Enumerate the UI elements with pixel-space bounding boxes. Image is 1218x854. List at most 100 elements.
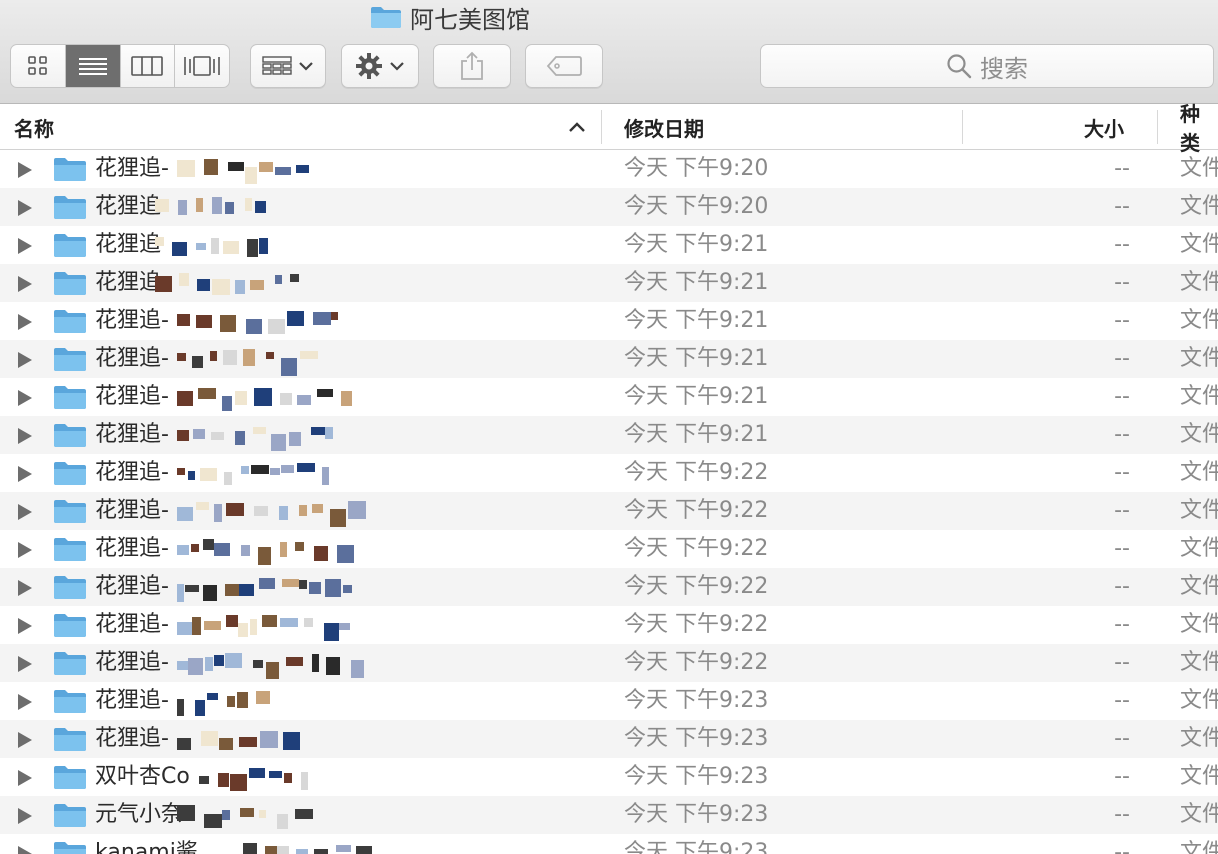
file-row[interactable]: 花狸追 今天 下午9:20 -- 文件	[0, 188, 1218, 226]
folder-icon	[54, 348, 86, 371]
disclosure-triangle-icon[interactable]	[18, 200, 32, 216]
disclosure-triangle-icon[interactable]	[18, 542, 32, 558]
disclosure-triangle-icon[interactable]	[18, 732, 32, 748]
arrange-button[interactable]	[250, 44, 326, 88]
mosaic-block	[179, 273, 189, 286]
folder-icon	[54, 576, 86, 599]
column-size-header[interactable]: 大小	[1084, 104, 1124, 150]
mosaic-block	[251, 465, 269, 474]
disclosure-triangle-icon[interactable]	[18, 352, 32, 368]
file-row[interactable]: 花狸追- 今天 下午9:21 -- 文件	[0, 302, 1218, 340]
file-row[interactable]: 花狸追- 今天 下午9:21 -- 文件	[0, 378, 1218, 416]
file-name: 花狸追-	[95, 308, 169, 333]
column-view-button[interactable]	[121, 45, 176, 87]
disclosure-triangle-icon[interactable]	[18, 504, 32, 520]
mosaic-block	[200, 468, 217, 481]
mosaic-block	[178, 200, 187, 215]
file-row[interactable]: 花狸追- 今天 下午9:20 -- 文件	[0, 150, 1218, 188]
disclosure-triangle-icon[interactable]	[18, 276, 32, 292]
mosaic-block	[230, 774, 247, 791]
mosaic-block	[259, 238, 268, 254]
file-name: 花狸追-	[95, 384, 169, 409]
file-row[interactable]: 花狸追- 今天 下午9:22 -- 文件	[0, 492, 1218, 530]
disclosure-triangle-icon[interactable]	[18, 390, 32, 406]
sort-ascending-icon[interactable]	[568, 121, 586, 133]
mosaic-block	[258, 547, 271, 565]
disclosure-triangle-icon[interactable]	[18, 846, 32, 854]
file-name: 花狸追-	[95, 536, 169, 561]
column-divider[interactable]	[962, 110, 963, 144]
mosaic-block	[225, 584, 239, 596]
file-row[interactable]: 花狸追- 今天 下午9:22 -- 文件	[0, 606, 1218, 644]
file-row[interactable]: 花狸追- 今天 下午9:23 -- 文件	[0, 720, 1218, 758]
file-row[interactable]: 元气小奈 今天 下午9:23 -- 文件	[0, 796, 1218, 834]
mosaic-block	[201, 731, 218, 746]
mosaic-block	[235, 431, 245, 445]
mosaic-block	[266, 662, 279, 679]
file-row[interactable]: 花狸追- 今天 下午9:22 -- 文件	[0, 454, 1218, 492]
mosaic-block	[235, 391, 247, 405]
disclosure-triangle-icon[interactable]	[18, 656, 32, 672]
file-row[interactable]: 花狸追 今天 下午9:21 -- 文件	[0, 264, 1218, 302]
file-kind: 文件	[1180, 460, 1218, 485]
disclosure-triangle-icon[interactable]	[18, 580, 32, 596]
file-row[interactable]: 花狸追 今天 下午9:21 -- 文件	[0, 226, 1218, 264]
file-row[interactable]: kanami酱 今天 下午9:23 -- 文件	[0, 834, 1218, 854]
window-title: 阿七美图馆	[370, 2, 530, 34]
file-row[interactable]: 花狸追- 今天 下午9:22 -- 文件	[0, 568, 1218, 606]
file-kind: 文件	[1180, 194, 1218, 219]
gallery-view-button[interactable]	[175, 45, 229, 87]
folder-icon	[54, 196, 86, 219]
mosaic-block	[271, 434, 286, 451]
file-kind: 文件	[1180, 232, 1218, 257]
file-row[interactable]: 花狸追- 今天 下午9:21 -- 文件	[0, 340, 1218, 378]
mosaic-block	[275, 275, 282, 284]
mosaic-block	[218, 773, 229, 787]
mosaic-block	[296, 165, 309, 173]
file-row[interactable]: 双叶杏Co 今天 下午9:23 -- 文件	[0, 758, 1218, 796]
column-date-header[interactable]: 修改日期	[624, 104, 704, 150]
action-button[interactable]	[341, 44, 419, 88]
disclosure-triangle-icon[interactable]	[18, 770, 32, 786]
disclosure-triangle-icon[interactable]	[18, 162, 32, 178]
mosaic-block	[177, 160, 195, 177]
column-name-label: 名称	[14, 116, 54, 141]
column-kind-header[interactable]: 种类	[1180, 102, 1218, 155]
disclosure-triangle-icon[interactable]	[18, 694, 32, 710]
file-kind: 文件	[1180, 346, 1218, 371]
disclosure-triangle-icon[interactable]	[18, 618, 32, 634]
folder-icon	[54, 804, 86, 827]
mosaic-block	[193, 429, 205, 439]
mosaic-block	[177, 545, 189, 555]
column-divider[interactable]	[601, 110, 602, 144]
disclosure-triangle-icon[interactable]	[18, 428, 32, 444]
list-view-button[interactable]	[65, 45, 121, 87]
file-size: --	[1114, 650, 1130, 675]
column-date-label: 修改日期	[624, 116, 704, 141]
mosaic-block	[196, 243, 206, 250]
mosaic-block	[259, 162, 273, 172]
file-row[interactable]: 花狸追- 今天 下午9:22 -- 文件	[0, 530, 1218, 568]
column-divider[interactable]	[1157, 110, 1158, 144]
disclosure-triangle-icon[interactable]	[18, 466, 32, 482]
tags-button[interactable]	[525, 44, 603, 88]
file-name: 花狸追	[95, 270, 162, 295]
mosaic-block	[239, 737, 257, 747]
column-name-header[interactable]: 名称	[14, 104, 54, 150]
disclosure-triangle-icon[interactable]	[18, 238, 32, 254]
mosaic-block	[280, 393, 292, 405]
disclosure-triangle-icon[interactable]	[18, 808, 32, 824]
disclosure-triangle-icon[interactable]	[18, 314, 32, 330]
share-icon	[461, 51, 483, 80]
file-row[interactable]: 花狸追- 今天 下午9:22 -- 文件	[0, 644, 1218, 682]
file-date: 今天 下午9:22	[624, 612, 769, 637]
share-button[interactable]	[433, 44, 511, 88]
mosaic-block	[177, 430, 189, 441]
file-row[interactable]: 花狸追- 今天 下午9:21 -- 文件	[0, 416, 1218, 454]
file-row[interactable]: 花狸追- 今天 下午9:23 -- 文件	[0, 682, 1218, 720]
mosaic-block	[211, 238, 219, 254]
file-date: 今天 下午9:21	[624, 422, 769, 447]
mosaic-block	[245, 167, 257, 184]
icon-view-button[interactable]	[11, 45, 66, 87]
search-field[interactable]: 搜索	[760, 44, 1214, 88]
